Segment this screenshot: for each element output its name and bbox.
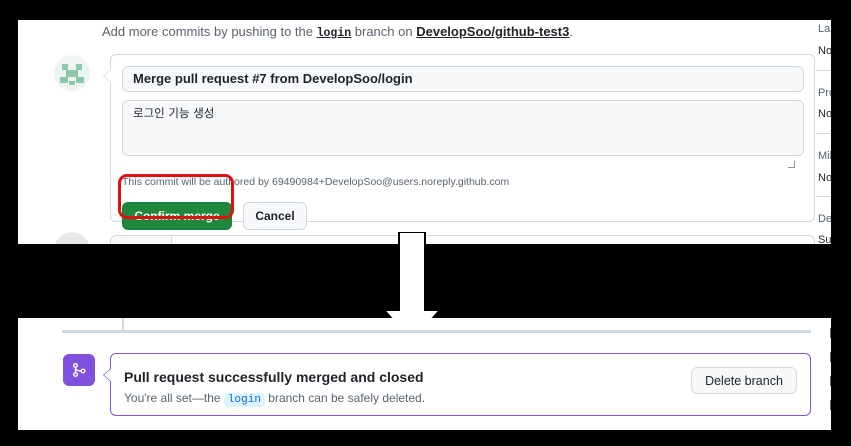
merge-commit-form: 로그인 기능 생성 This commit will be authored b… [103, 54, 815, 230]
sidebar-projects-value: No [818, 108, 831, 120]
push-hint-middle: branch on [354, 24, 413, 39]
sidebar-development-value: Su [818, 234, 831, 244]
next-comment-box [110, 235, 815, 244]
repo-link[interactable]: DevelopSoo/github-test3 [416, 24, 569, 39]
sidebar-edge-mark [830, 328, 831, 338]
sidebar-development-heading[interactable]: Dev [818, 213, 831, 225]
sidebar-projects-heading[interactable]: Pro [818, 87, 831, 99]
merged-title: Pull request successfully merged and clo… [124, 369, 424, 385]
avatar[interactable] [54, 55, 90, 91]
git-merge-icon [63, 354, 95, 386]
delete-branch-button[interactable]: Delete branch [691, 367, 797, 394]
author-note: This commit will be authored by 69490984… [122, 176, 510, 188]
merged-status-box: Pull request successfully merged and clo… [103, 353, 811, 416]
timeline-line [122, 318, 124, 330]
commit-body-textarea[interactable]: 로그인 기능 생성 [122, 100, 804, 156]
push-hint-branch[interactable]: login [317, 27, 352, 40]
merged-subtitle: You're all set—the login branch can be s… [124, 391, 426, 407]
sidebar-labels-value: No [818, 45, 831, 57]
cancel-button[interactable]: Cancel [243, 202, 307, 230]
merge-form-panel: Add more commits by pushing to the login… [18, 20, 831, 244]
resize-grip-icon[interactable] [788, 161, 795, 168]
merged-status-panel: Pull request successfully merged and clo… [18, 318, 831, 430]
commit-title-input[interactable] [122, 66, 804, 92]
sidebar-labels-heading[interactable]: La [818, 23, 830, 35]
merged-branch-name[interactable]: login [223, 393, 265, 407]
sidebar-milestone-heading[interactable]: Mil [818, 150, 831, 162]
next-comment-avatar [54, 232, 90, 244]
merged-sub-suffix: branch can be safely deleted. [268, 391, 426, 405]
sidebar-edge-mark [830, 376, 831, 386]
timeline-divider [62, 330, 811, 333]
push-hint: Add more commits by pushing to the login… [102, 24, 573, 40]
sidebar-edge-mark [830, 400, 831, 410]
push-hint-suffix: . [569, 24, 573, 39]
sidebar-edge-mark [830, 352, 831, 362]
confirm-merge-button[interactable]: Confirm merge [122, 202, 232, 230]
merged-sub-prefix: You're all set—the [124, 391, 221, 405]
sidebar-milestone-value: No [818, 172, 831, 184]
push-hint-prefix: Add more commits by pushing to the [102, 24, 313, 39]
